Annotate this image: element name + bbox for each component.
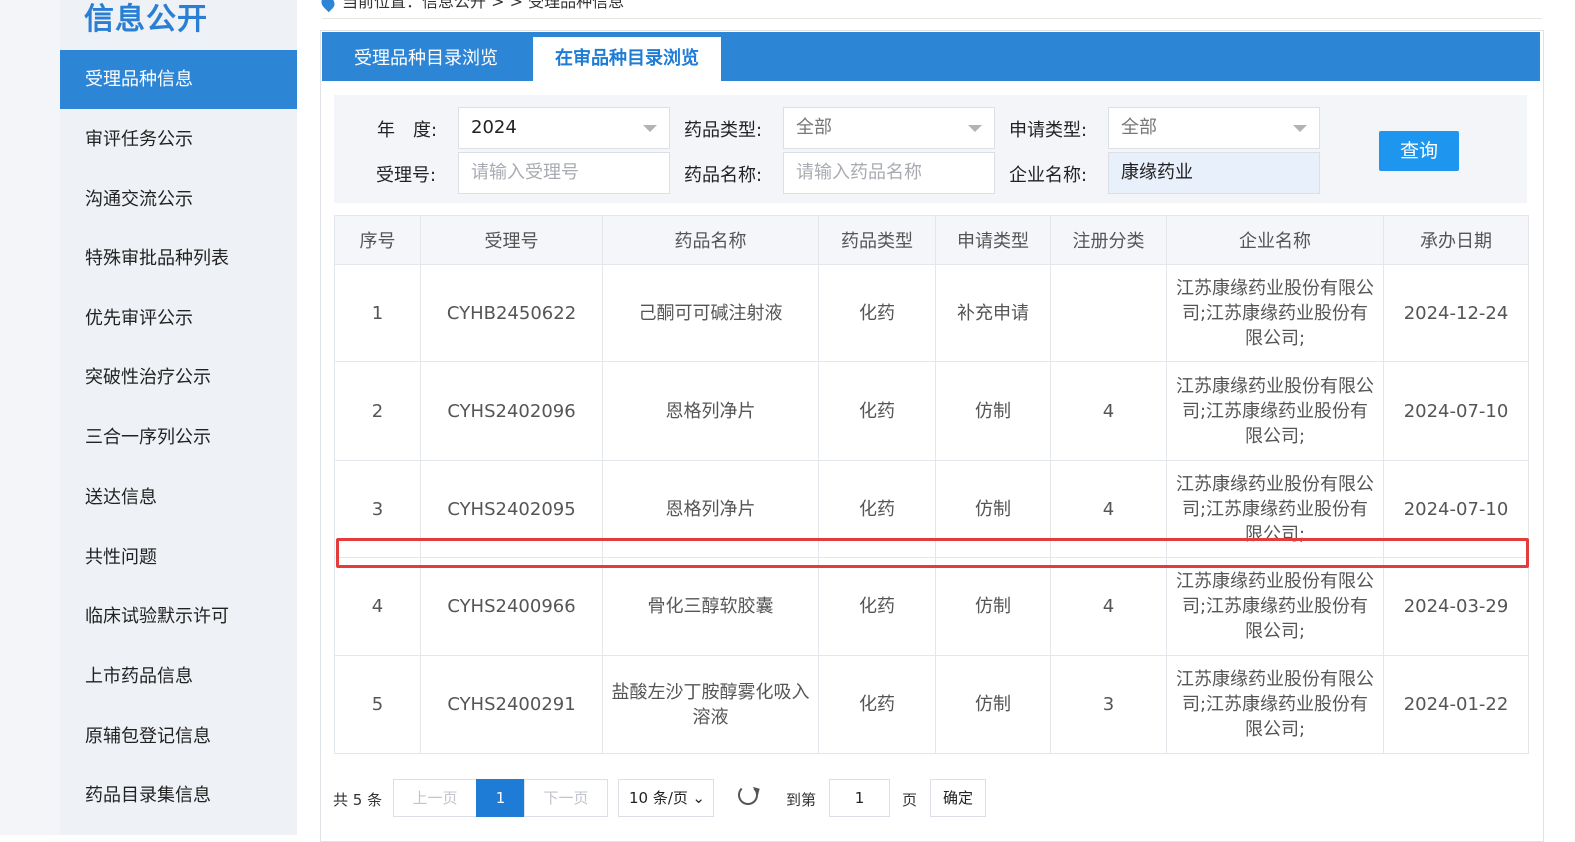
col-header-company: 企业名称	[1166, 215, 1384, 265]
col-header-date: 承办日期	[1383, 215, 1529, 265]
next-page-button[interactable]: 下一页	[524, 779, 608, 817]
col-header-accept-no: 受理号	[420, 215, 603, 265]
cell-apply-type: 仿制	[935, 557, 1051, 656]
apply-type-label: 申请类型:	[1009, 120, 1088, 141]
cell-reg-class	[1050, 264, 1167, 362]
breadcrumb: 当前位置：信息公开 > > 受理品种信息	[318, 0, 625, 12]
cell-date: 2024-01-22	[1383, 655, 1529, 754]
cell-accept-no: CYHS2400291	[420, 655, 603, 754]
sidebar-item-common-issues[interactable]: 共性问题	[60, 528, 297, 587]
prev-page-button[interactable]: 上一页	[393, 779, 477, 817]
cell-drug-type: 化药	[818, 264, 936, 362]
tab-under-review-catalog[interactable]: 在审品种目录浏览	[533, 37, 721, 81]
tab-accepted-catalog[interactable]: 受理品种目录浏览	[322, 32, 530, 81]
company-label: 企业名称:	[1009, 165, 1088, 186]
sidebar-item-review-tasks[interactable]: 审评任务公示	[60, 110, 297, 169]
table-header-row: 序号 受理号 药品名称 药品类型 申请类型 注册分类 企业名称 承办日期	[334, 215, 1529, 265]
year-select[interactable]: 2024	[458, 107, 670, 149]
table-row: 2 CYHS2402096 恩格列净片 化药 仿制 4 江苏康缘药业股份有限公司…	[334, 361, 1529, 461]
drug-name-label: 药品名称:	[684, 165, 763, 186]
results-table: 序号 受理号 药品名称 药品类型 申请类型 注册分类 企业名称 承办日期 1 C…	[334, 215, 1529, 754]
cell-index: 4	[334, 557, 421, 656]
query-button[interactable]: 查询	[1379, 131, 1459, 171]
col-header-reg-class: 注册分类	[1050, 215, 1167, 265]
apply-type-select[interactable]: 全部	[1108, 107, 1320, 149]
cell-date: 2024-12-24	[1383, 264, 1529, 362]
sidebar-item-drug-catalog[interactable]: 药品目录集信息	[60, 766, 297, 825]
sidebar-item-marketed-drugs[interactable]: 上市药品信息	[60, 647, 297, 706]
goto-label: 到第	[786, 791, 817, 809]
accept-no-input[interactable]: 请输入受理号	[458, 152, 670, 194]
sidebar-item-accepted-varieties[interactable]: 受理品种信息	[60, 50, 297, 109]
cell-apply-type: 补充申请	[935, 264, 1051, 362]
table-row: 5 CYHS2400291 盐酸左沙丁胺醇雾化吸入溶液 化药 仿制 3 江苏康缘…	[334, 655, 1529, 754]
cell-drug-type: 化药	[818, 655, 936, 754]
cell-index: 5	[334, 655, 421, 754]
goto-page-input[interactable]: 1	[829, 779, 890, 817]
cell-drug-name: 己酮可可碱注射液	[602, 264, 819, 362]
page-1-button[interactable]: 1	[476, 779, 525, 817]
col-header-drug-type: 药品类型	[818, 215, 936, 265]
cell-accept-no: CYHB2450622	[420, 264, 603, 362]
cell-company: 江苏康缘药业股份有限公司;江苏康缘药业股份有限公司;	[1166, 655, 1384, 754]
cell-index: 2	[334, 361, 421, 461]
location-pin-icon	[318, 0, 338, 12]
sidebar-item-breakthrough[interactable]: 突破性治疗公示	[60, 348, 297, 407]
col-header-apply-type: 申请类型	[935, 215, 1051, 265]
highlight-box	[336, 538, 1529, 568]
refresh-icon[interactable]	[738, 785, 758, 805]
confirm-button[interactable]: 确定	[930, 779, 986, 817]
cell-drug-name: 恩格列净片	[602, 361, 819, 461]
page-margin	[0, 0, 60, 835]
cell-index: 1	[334, 264, 421, 362]
sidebar-item-three-in-one[interactable]: 三合一序列公示	[60, 408, 297, 467]
col-header-index: 序号	[334, 215, 421, 265]
table-row: 1 CYHB2450622 己酮可可碱注射液 化药 补充申请 江苏康缘药业股份有…	[334, 264, 1529, 362]
cell-company: 江苏康缘药业股份有限公司;江苏康缘药业股份有限公司;	[1166, 361, 1384, 461]
year-label: 年 度:	[377, 120, 438, 141]
sidebar: 信息公开 受理品种信息 审评任务公示 沟通交流公示 特殊审批品种列表 优先审评公…	[60, 0, 297, 835]
cell-apply-type: 仿制	[935, 361, 1051, 461]
sidebar-item-clinical-trial[interactable]: 临床试验默示许可	[60, 587, 297, 646]
col-header-drug-name: 药品名称	[602, 215, 819, 265]
divider	[322, 18, 1542, 19]
company-input[interactable]: 康缘药业	[1108, 152, 1320, 194]
drug-type-select[interactable]: 全部	[783, 107, 995, 149]
cell-company: 江苏康缘药业股份有限公司;江苏康缘药业股份有限公司;	[1166, 557, 1384, 656]
cell-drug-name: 盐酸左沙丁胺醇雾化吸入溶液	[602, 655, 819, 754]
sidebar-item-delivery[interactable]: 送达信息	[60, 468, 297, 527]
sidebar-item-priority-review[interactable]: 优先审评公示	[60, 289, 297, 348]
chevron-down-icon: ⌄	[692, 789, 705, 807]
cell-drug-type: 化药	[818, 557, 936, 656]
sidebar-item-communication[interactable]: 沟通交流公示	[60, 170, 297, 229]
cell-drug-type: 化药	[818, 361, 936, 461]
cell-date: 2024-03-29	[1383, 557, 1529, 656]
cell-date: 2024-07-10	[1383, 361, 1529, 461]
cell-drug-name: 骨化三醇软胶囊	[602, 557, 819, 656]
cell-accept-no: CYHS2402096	[420, 361, 603, 461]
page-size-value: 10 条/页	[629, 789, 688, 807]
total-count: 共 5 条	[333, 791, 383, 809]
page-label: 页	[902, 791, 918, 809]
cell-reg-class: 4	[1050, 361, 1167, 461]
table-row: 4 CYHS2400966 骨化三醇软胶囊 化药 仿制 4 江苏康缘药业股份有限…	[334, 557, 1529, 656]
page-size-select[interactable]: 10 条/页 ⌄	[618, 779, 714, 817]
cell-apply-type: 仿制	[935, 655, 1051, 754]
drug-name-input[interactable]: 请输入药品名称	[783, 152, 995, 194]
cell-company: 江苏康缘药业股份有限公司;江苏康缘药业股份有限公司;	[1166, 264, 1384, 362]
cell-reg-class: 3	[1050, 655, 1167, 754]
sidebar-title: 信息公开	[84, 2, 208, 37]
accept-no-label: 受理号:	[376, 165, 437, 186]
drug-type-label: 药品类型:	[684, 120, 763, 141]
breadcrumb-text: 当前位置：信息公开 > > 受理品种信息	[342, 0, 625, 11]
tab-bar: 受理品种目录浏览 在审品种目录浏览	[322, 32, 1540, 81]
sidebar-item-special-approval[interactable]: 特殊审批品种列表	[60, 229, 297, 288]
cell-accept-no: CYHS2400966	[420, 557, 603, 656]
sidebar-item-excipient-registration[interactable]: 原辅包登记信息	[60, 707, 297, 766]
cell-reg-class: 4	[1050, 557, 1167, 656]
